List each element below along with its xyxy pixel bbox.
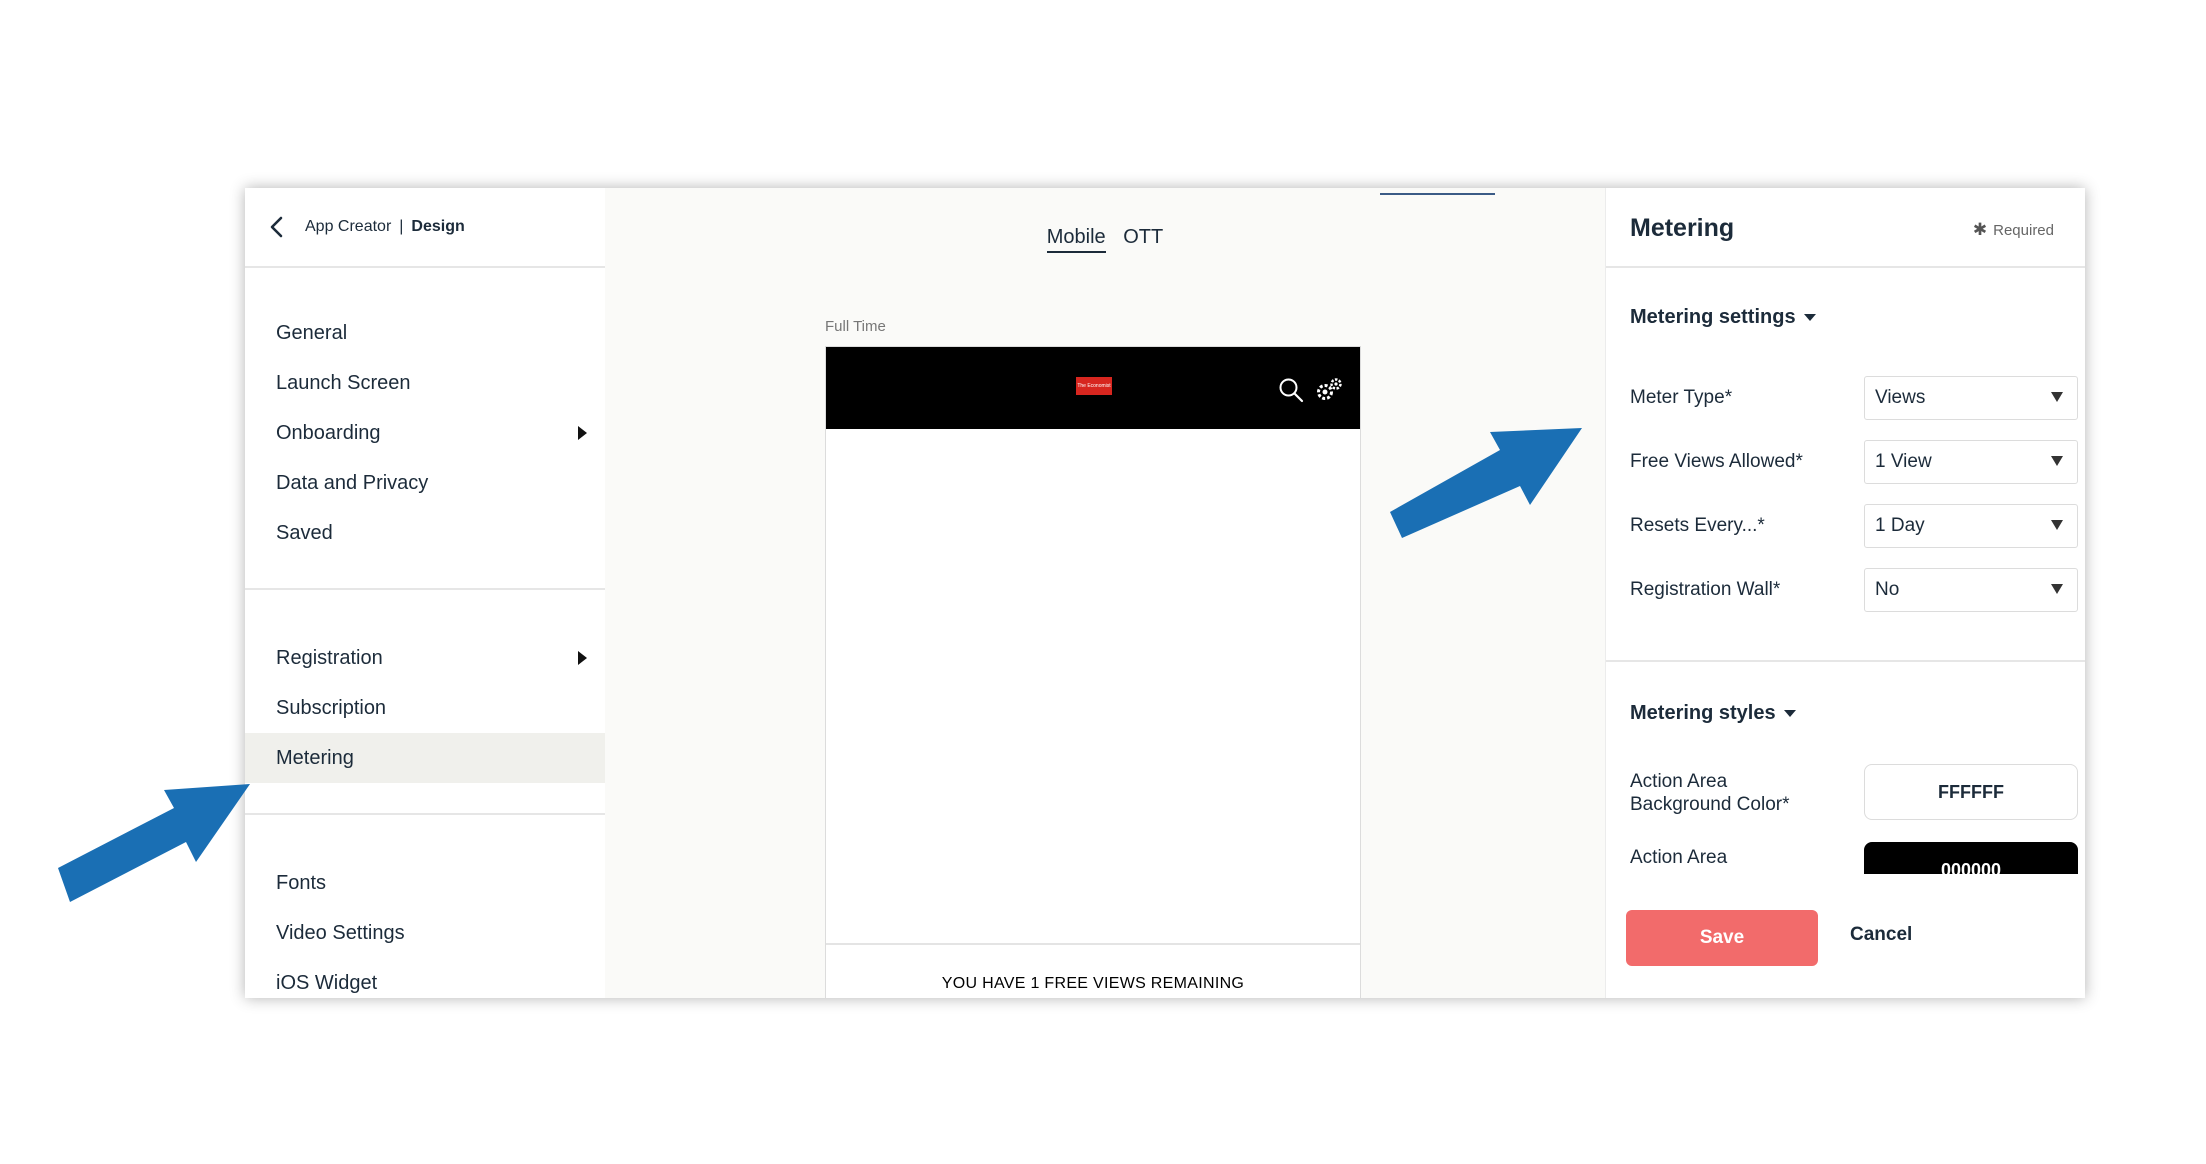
search-icon: [1279, 378, 1304, 403]
phone-divider: [826, 943, 1360, 945]
panel-scroll-area: Metering styles Action Area Background C…: [1606, 378, 2085, 874]
sidebar-item-metering[interactable]: Metering: [245, 733, 605, 783]
panel-header: Metering ✱ Required: [1606, 188, 2085, 268]
metering-settings-toggle[interactable]: Metering settings: [1630, 306, 1816, 329]
sidebar-item-label: iOS Widget: [276, 972, 378, 994]
sidebar-item-label: General: [276, 322, 348, 344]
sidebar-item-data-and-privacy[interactable]: Data and Privacy: [245, 458, 605, 508]
sidebar-item-label: Data and Privacy: [276, 472, 429, 494]
sidebar-item-label: Onboarding: [276, 422, 381, 444]
panel-footer: Save Cancel: [1606, 874, 2085, 998]
sidebar-item-fonts[interactable]: Fonts: [245, 858, 605, 908]
nav-group-monetization: Registration Subscription Metering: [245, 633, 605, 783]
sidebar-item-label: Metering: [276, 747, 354, 769]
top-tab-indicator: [1380, 193, 1495, 195]
caret-right-icon: [578, 651, 587, 665]
breadcrumb-current: Design: [411, 218, 465, 235]
caret-right-icon: [578, 426, 587, 440]
app-window: App Creator | Design General Launch Screen…: [245, 188, 2085, 998]
sidebar-item-video-settings[interactable]: Video Settings: [245, 908, 605, 958]
free-views-remaining-text: YOU HAVE 1 FREE VIEWS REMAINING: [941, 975, 1245, 992]
required-note: ✱ Required: [1973, 220, 2054, 240]
nav-group-misc: Fonts Video Settings iOS Widget: [245, 858, 605, 998]
metering-styles-toggle[interactable]: Metering styles: [1630, 702, 1796, 725]
phone-preview: The Economist YOU HAVE 1 FREE VIEWS REMA…: [825, 346, 1361, 998]
save-button[interactable]: Save: [1626, 910, 1818, 966]
sidebar-item-onboarding[interactable]: Onboarding: [245, 408, 605, 458]
action-area-bg-color-input[interactable]: FFFFFF: [1864, 764, 2078, 820]
sidebar-item-label: Video Settings: [276, 922, 405, 944]
tab-ott[interactable]: OTT: [1123, 226, 1163, 249]
caret-down-icon: [1783, 710, 1796, 718]
sidebar-item-label: Saved: [276, 522, 333, 544]
sidebar-item-label: Subscription: [276, 697, 387, 719]
tab-mobile[interactable]: Mobile: [1046, 226, 1106, 253]
action-area-bg-color-label: Action Area Background Color*: [1630, 771, 1790, 815]
cancel-button[interactable]: Cancel: [1850, 924, 1912, 946]
breadcrumb-separator: |: [399, 218, 404, 235]
sidebar-item-saved[interactable]: Saved: [245, 508, 605, 558]
required-label: Required: [1993, 222, 2054, 239]
nav-group-app: General Launch Screen Onboarding Data an…: [245, 308, 605, 558]
annotation-arrow-icon: [58, 784, 250, 902]
sidebar: App Creator | Design General Launch Screen…: [245, 188, 606, 998]
phone-header: The Economist: [826, 347, 1360, 429]
preview-area: Mobile OTT Full Time The Economist YOU H…: [605, 188, 1605, 998]
metering-panel: Metering ✱ Required Metering settings Met…: [1605, 188, 2085, 998]
action-area-color-label: Action Area: [1630, 847, 1728, 868]
sidebar-item-general[interactable]: General: [245, 308, 605, 358]
sidebar-item-ios-widget[interactable]: iOS Widget: [245, 958, 605, 998]
brand-logo: The Economist: [1076, 377, 1112, 395]
preview-tabs: Mobile OTT: [605, 226, 1605, 253]
section-title: Metering styles: [1630, 702, 1776, 724]
panel-title: Metering: [1630, 214, 1735, 242]
back-chevron-icon[interactable]: [265, 214, 291, 240]
sidebar-divider: [245, 813, 605, 815]
section-title: Metering settings: [1630, 306, 1796, 328]
breadcrumb-text: App Creator | Design: [305, 218, 465, 236]
preview-label: Full Time: [825, 318, 886, 335]
sidebar-divider: [245, 588, 605, 590]
breadcrumb-parent[interactable]: App Creator: [305, 218, 391, 235]
action-area-color-input[interactable]: 000000: [1864, 842, 2078, 874]
asterisk-icon: ✱: [1972, 220, 1988, 239]
breadcrumb: App Creator | Design: [245, 188, 605, 268]
sidebar-item-label: Registration: [276, 647, 383, 669]
sidebar-item-launch-screen[interactable]: Launch Screen: [245, 358, 605, 408]
sidebar-item-subscription[interactable]: Subscription: [245, 683, 605, 733]
sidebar-item-registration[interactable]: Registration: [245, 633, 605, 683]
caret-down-icon: [1803, 314, 1816, 322]
settings-gears-icon: [1317, 378, 1342, 400]
sidebar-item-label: Launch Screen: [276, 372, 411, 394]
sidebar-item-label: Fonts: [276, 872, 327, 894]
